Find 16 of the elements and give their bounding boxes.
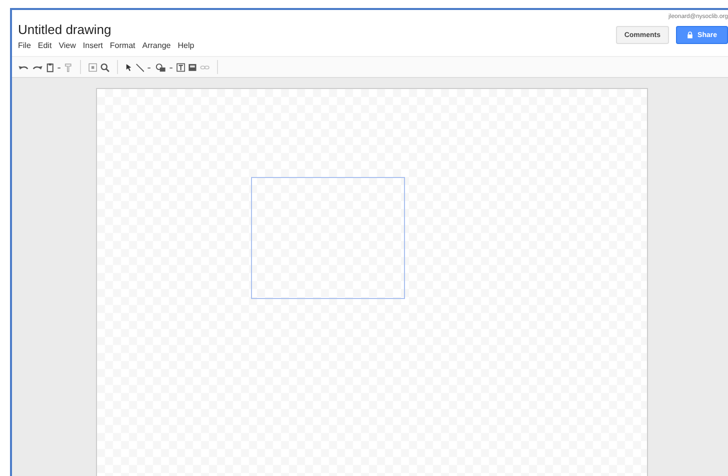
- menu-item[interactable]: Help: [178, 41, 194, 51]
- menu-item[interactable]: Insert: [82, 41, 103, 51]
- document-title[interactable]: Untitled drawing: [18, 22, 194, 38]
- zoom-icon[interactable]: [100, 62, 110, 72]
- pointer-icon[interactable]: [124, 62, 132, 72]
- menu-item[interactable]: Format: [110, 41, 136, 51]
- menu-item[interactable]: Arrange: [142, 41, 171, 51]
- menu-item[interactable]: View: [58, 41, 76, 51]
- menu-item[interactable]: Edit: [38, 41, 52, 51]
- lock-icon: [686, 31, 693, 39]
- image-icon[interactable]: [188, 62, 198, 72]
- menu-item[interactable]: File: [18, 41, 31, 51]
- shape-icon[interactable]: [154, 62, 166, 72]
- line-icon[interactable]: [134, 62, 144, 72]
- text-box-icon[interactable]: [176, 62, 186, 72]
- clipboard-icon[interactable]: [46, 62, 54, 72]
